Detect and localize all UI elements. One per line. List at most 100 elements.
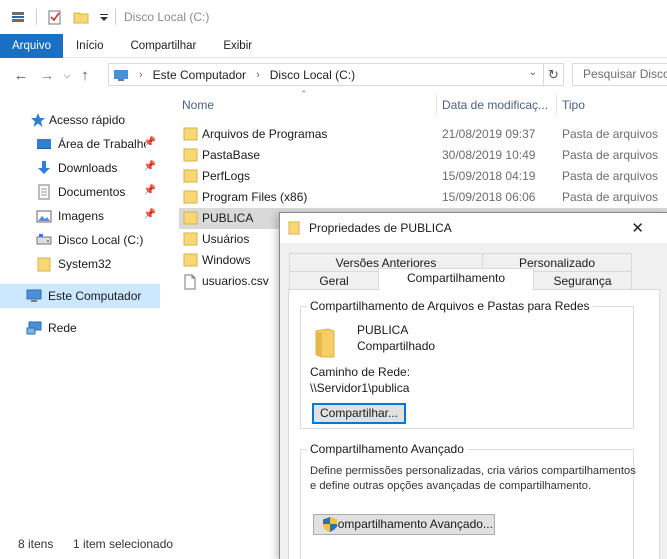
nav-label: Disco Local (C:): [58, 233, 144, 247]
advanced-sharing-button[interactable]: Compartilhamento Avançado...: [313, 514, 495, 535]
selection-count: 1 item selecionado: [73, 537, 174, 551]
nav-label: Downloads: [58, 161, 118, 175]
forward-button[interactable]: →: [34, 67, 60, 84]
tab-geral[interactable]: Geral: [289, 271, 379, 291]
tab-arquivo[interactable]: Arquivo: [0, 34, 63, 58]
file-date: 21/08/2019 09:37: [442, 127, 536, 141]
checkbox-icon[interactable]: [47, 9, 63, 25]
back-button[interactable]: ←: [8, 67, 34, 84]
sort-ascending-icon: ⌃: [300, 89, 308, 99]
column-separator[interactable]: [436, 94, 437, 116]
pin-icon[interactable]: 📌: [144, 209, 156, 220]
nav-item-images[interactable]: Imagens 📌: [36, 204, 160, 228]
nav-quick-access[interactable]: Acesso rápido: [30, 108, 160, 132]
toolbar-separator: [36, 9, 37, 25]
breadcrumb-este-computador[interactable]: Este Computador: [153, 68, 246, 82]
file-name: usuarios.csv: [202, 274, 269, 288]
breadcrumb-disco-local[interactable]: Disco Local (C:): [270, 68, 355, 82]
tab-compartilhar[interactable]: Compartilhar: [117, 34, 211, 58]
file-row[interactable]: PastaBase 30/08/2019 10:49 Pasta de arquiv…: [179, 145, 667, 166]
close-button[interactable]: ✕: [631, 219, 644, 237]
folder-icon: [36, 256, 52, 272]
column-header-name[interactable]: Nome: [182, 92, 214, 118]
network-icon: [26, 320, 42, 336]
tab-inicio[interactable]: Início: [63, 34, 117, 58]
nav-item-desktop[interactable]: Área de Trabalho 📌: [36, 132, 160, 156]
uac-shield-icon: [323, 517, 337, 532]
pin-icon[interactable]: 📌: [144, 137, 156, 148]
file-date: 15/09/2018 06:06: [442, 190, 536, 204]
nav-item-downloads[interactable]: Downloads 📌: [36, 156, 160, 180]
shared-folder-name: PUBLICA: [357, 323, 409, 337]
nav-network[interactable]: Rede: [26, 316, 160, 340]
address-row: ← → ⌵ ↑ › Este Computador › Disco Local …: [0, 58, 667, 92]
new-folder-icon[interactable]: [73, 9, 89, 25]
column-header-type[interactable]: Tipo: [562, 92, 585, 118]
up-button[interactable]: ↑: [74, 67, 96, 84]
nav-item-local-disk[interactable]: Disco Local (C:): [36, 228, 160, 252]
address-bar[interactable]: › Este Computador › Disco Local (C:) ⌄: [108, 63, 544, 86]
file-name: Windows: [202, 253, 251, 267]
folder-icon: [183, 232, 199, 246]
network-path-value: \\Servidor1\publica: [310, 381, 410, 395]
advanced-description-line1: Define permissões personalizadas, cria v…: [310, 465, 636, 477]
column-separator[interactable]: [556, 94, 557, 116]
chevron-down-icon[interactable]: ⌄: [529, 67, 537, 78]
nav-label: Área de Trabalho: [58, 137, 146, 151]
download-arrow-icon: [36, 160, 52, 176]
tab-seguranca[interactable]: Segurança: [533, 271, 632, 291]
dialog-title-bar[interactable]: Propriedades de PUBLICA ✕: [280, 213, 667, 243]
drive-icon: [36, 232, 52, 248]
advanced-description-line2: e define outras opções avançadas de comp…: [310, 480, 592, 492]
file-name: PerfLogs: [202, 169, 251, 183]
properties-icon[interactable]: [10, 9, 26, 25]
folder-icon: [183, 127, 199, 141]
breadcrumb-chevron-icon: ›: [139, 68, 143, 81]
customize-toolbar-icon[interactable]: [99, 9, 109, 25]
tab-compartilhamento[interactable]: Compartilhamento: [378, 268, 534, 290]
folder-icon: [288, 221, 300, 235]
tab-exibir[interactable]: Exibir: [210, 34, 265, 58]
computer-icon: [26, 288, 42, 304]
file-row[interactable]: Arquivos de Programas 21/08/2019 09:37 Pas…: [179, 124, 667, 145]
group-label: Compartilhamento de Arquivos e Pastas pa…: [307, 299, 593, 313]
group-label: Compartilhamento Avançado: [307, 442, 467, 456]
folder-icon: [183, 253, 199, 267]
folder-icon: [183, 169, 199, 183]
file-name: Arquivos de Programas: [202, 127, 328, 141]
nav-item-documents[interactable]: Documentos 📌: [36, 180, 160, 204]
nav-item-system32[interactable]: System32: [36, 252, 160, 276]
file-type: Pasta de arquivos: [562, 148, 659, 162]
pin-icon[interactable]: 📌: [144, 161, 156, 172]
share-button[interactable]: Compartilhar...: [312, 403, 406, 424]
nav-this-pc[interactable]: Este Computador: [0, 284, 160, 308]
nav-label: Acesso rápido: [49, 113, 126, 127]
file-type: Pasta de arquivos: [562, 190, 659, 204]
network-sharing-group: Compartilhamento de Arquivos e Pastas pa…: [300, 299, 634, 429]
file-name: PUBLICA: [202, 211, 254, 225]
nav-label: Imagens: [58, 209, 105, 223]
folder-icon: [183, 211, 199, 225]
title-bar: Disco Local (C:): [0, 0, 667, 34]
tab-panel-compartilhamento: Compartilhamento de Arquivos e Pastas pa…: [288, 289, 660, 559]
star-icon: [30, 112, 46, 128]
properties-dialog: Propriedades de PUBLICA ✕ Versões Anteri…: [279, 212, 667, 559]
documents-icon: [36, 184, 52, 200]
refresh-button[interactable]: ↻: [544, 63, 564, 86]
recent-locations-icon[interactable]: ⌵: [60, 70, 74, 81]
ribbon-tabs: Arquivo Início Compartilhar Exibir: [0, 34, 667, 58]
file-row[interactable]: PerfLogs 15/09/2018 04:19 Pasta de arquivo…: [179, 166, 667, 187]
column-header-date[interactable]: Data de modificaç...: [442, 92, 548, 118]
file-row[interactable]: Program Files (x86) 15/09/2018 06:06 Pasta…: [179, 187, 667, 208]
nav-label: Rede: [48, 321, 77, 335]
file-name: Usuários: [202, 232, 250, 246]
network-path-label: Caminho de Rede:: [310, 365, 411, 379]
navigation-pane: Acesso rápido Área de Trabalho 📌 Downloa…: [0, 92, 162, 530]
shared-folder-icon: [315, 328, 335, 358]
this-pc-icon: [114, 69, 128, 81]
nav-label: System32: [58, 257, 112, 271]
pin-icon[interactable]: 📌: [144, 185, 156, 196]
search-input[interactable]: Pesquisar Disco: [572, 63, 667, 86]
toolbar-separator: [115, 9, 116, 25]
pictures-icon: [36, 208, 52, 224]
